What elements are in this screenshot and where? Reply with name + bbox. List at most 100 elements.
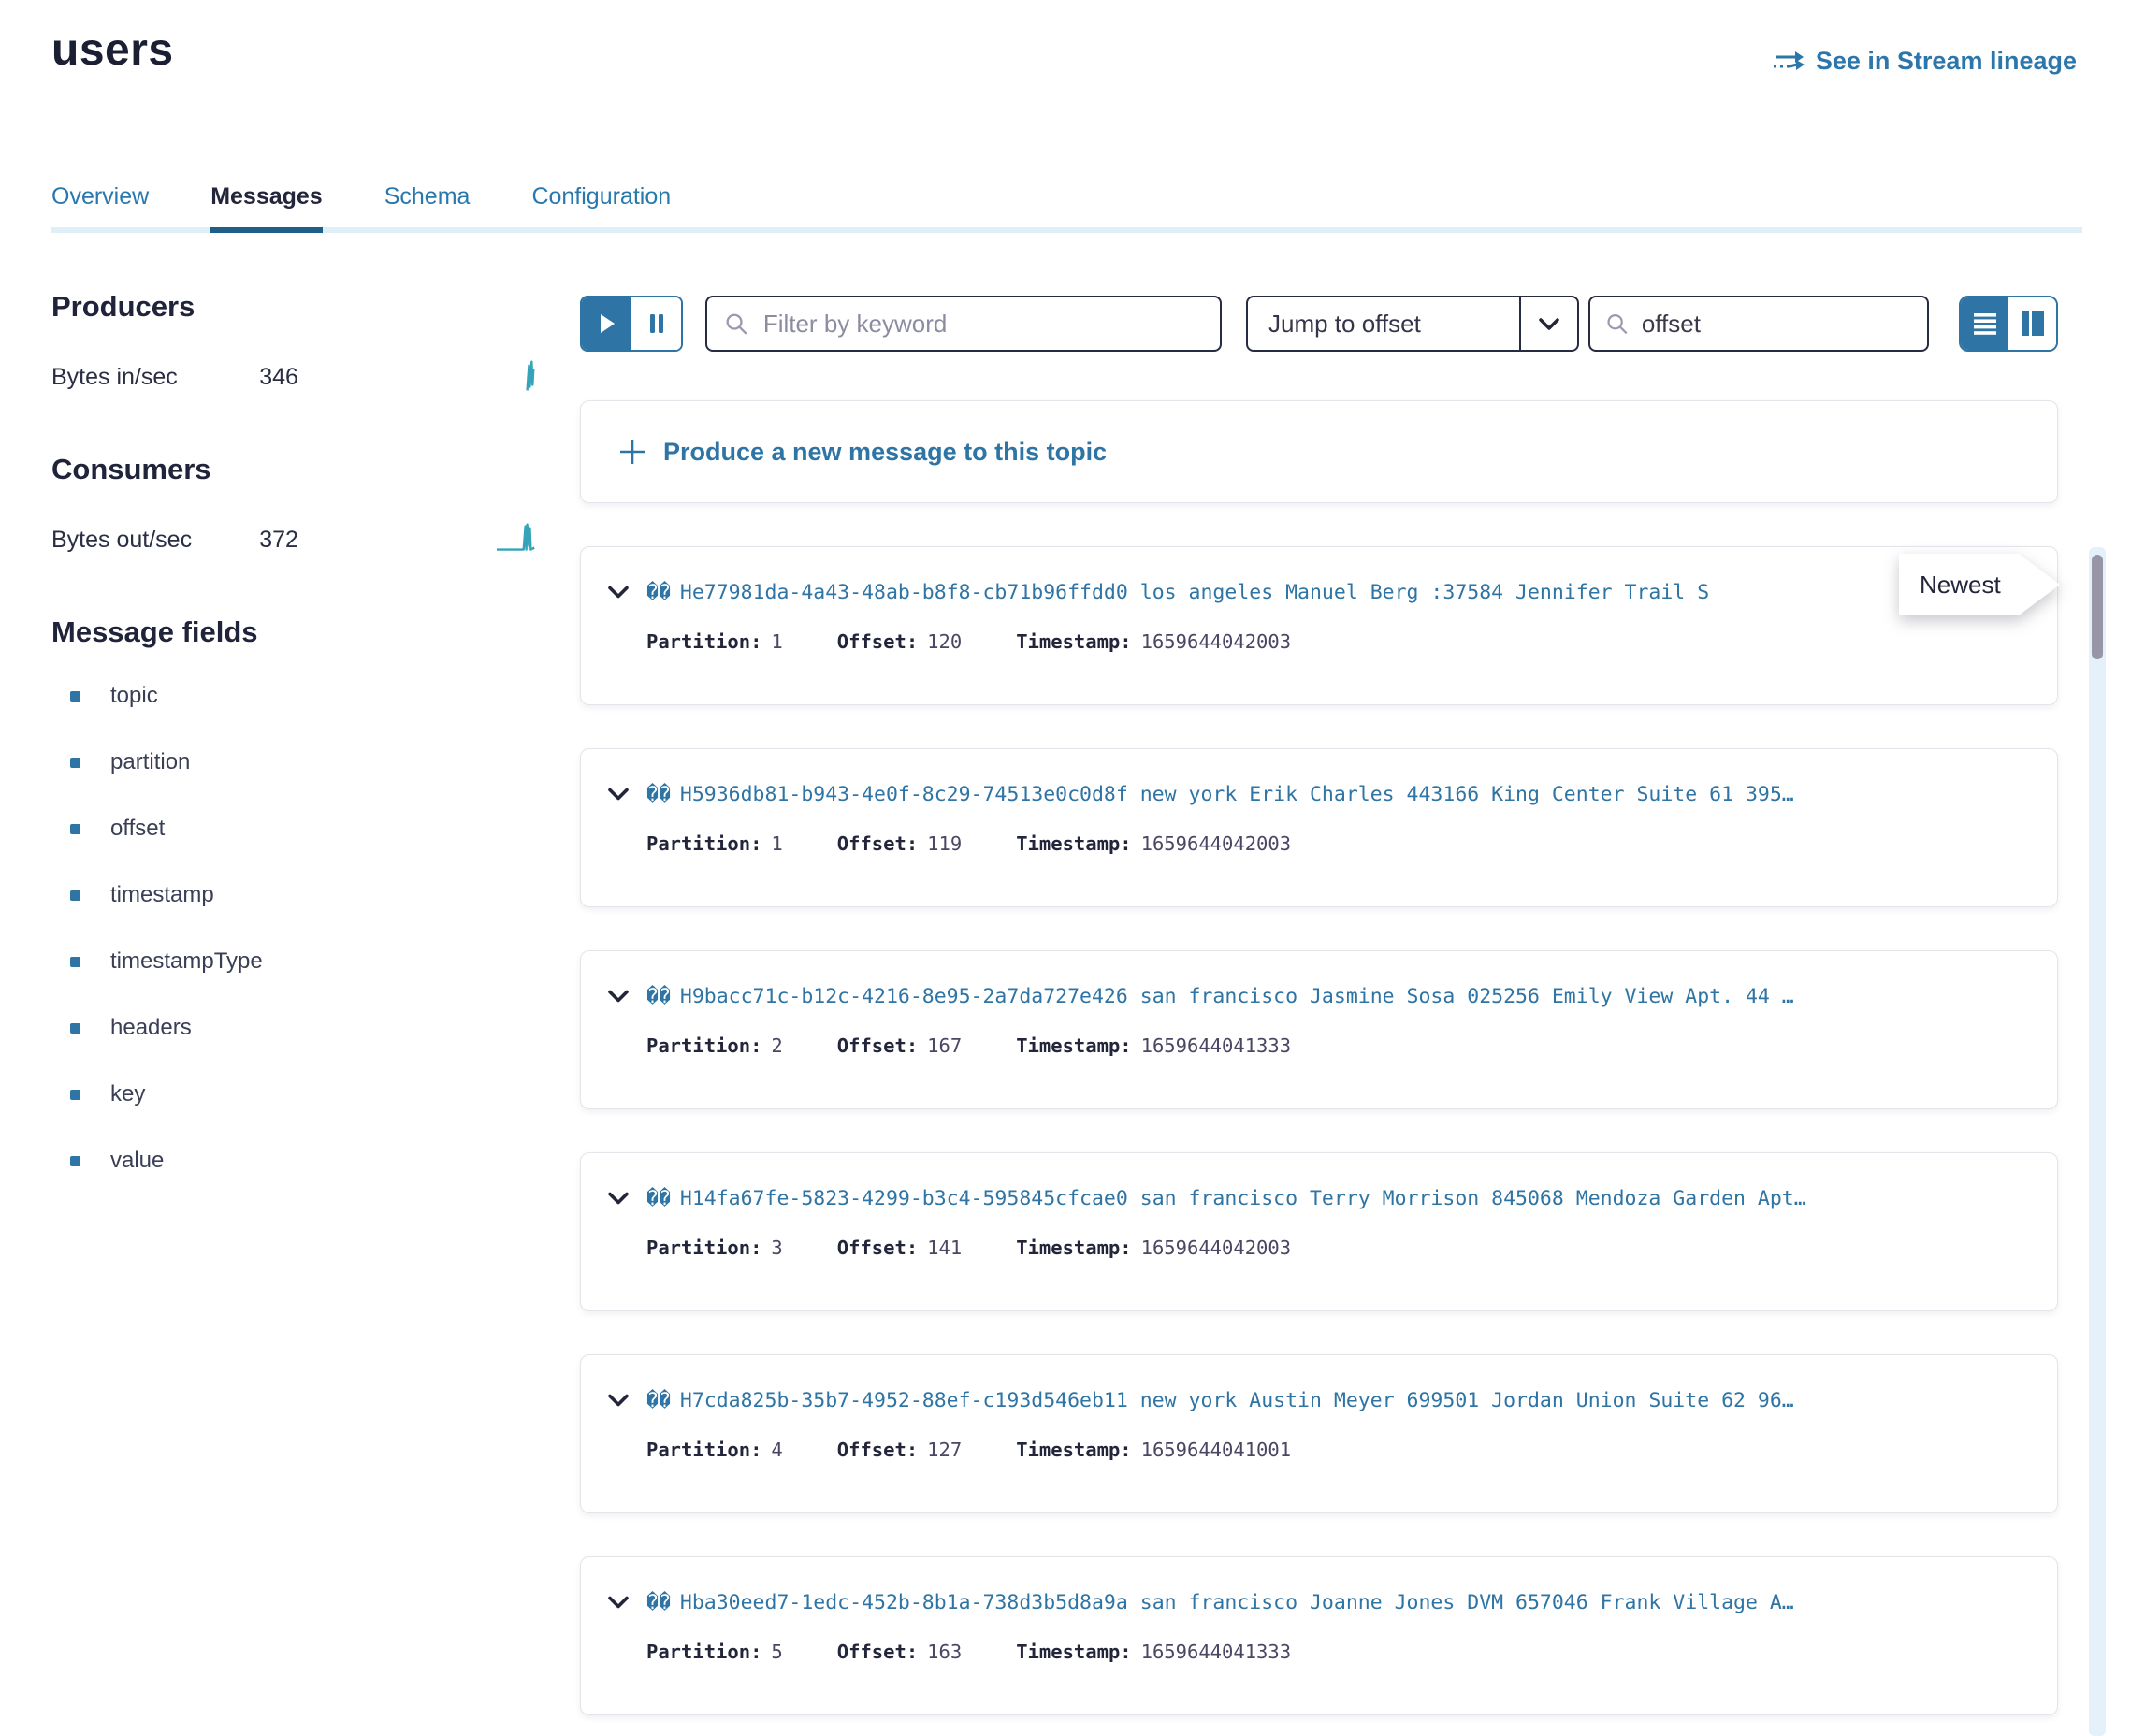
pause-icon (649, 313, 664, 334)
newest-tooltip-flag: Newest (1899, 554, 2060, 615)
field-item-topic[interactable]: topic (51, 683, 538, 709)
message-key-text: H14fa67fe-5823-4299-b3c4-595845cfcae0 sa… (680, 1187, 1806, 1210)
message-card[interactable]: �� H5936db81-b943-4e0f-8c29-74513e0c0d8f … (580, 748, 2058, 907)
message-key-text: H5936db81-b943-4e0f-8c29-74513e0c0d8f ne… (680, 783, 1794, 806)
tab-schema[interactable]: Schema (384, 183, 471, 233)
tab-overview[interactable]: Overview (51, 183, 149, 233)
partition-field: Partition:2 (646, 1034, 783, 1057)
search-icon (1605, 311, 1629, 337)
message-card[interactable]: ��H7cda825b-35b7-4952-88ef-c193d546eb11 … (580, 1354, 2058, 1513)
chevron-down-icon[interactable] (607, 788, 630, 802)
stream-lineage-link[interactable]: See in Stream lineage (1773, 47, 2077, 76)
column-view-icon (2021, 311, 2045, 336)
square-bullet-icon (70, 824, 80, 834)
bytes-out-metric: Bytes out/sec 372 (51, 520, 538, 554)
message-card[interactable]: ��H14fa67fe-5823-4299-b3c4-595845cfcae0 … (580, 1152, 2058, 1311)
offset-search-field[interactable] (1588, 296, 1929, 352)
sidebar: Producers Bytes in/sec 346 Consumers Byt… (51, 290, 538, 1214)
key-bytes-icon: �� (646, 985, 671, 1008)
message-card[interactable]: �� H9bacc71c-b12c-4216-8e95-2a7da727e426 … (580, 950, 2058, 1109)
tab-bar: Overview Messages Schema Configuration (51, 183, 2082, 233)
field-label: value (110, 1148, 164, 1174)
message-key-text: H7cda825b-35b7-4952-88ef-c193d546eb11 ne… (680, 1389, 1794, 1412)
field-item-key[interactable]: key (51, 1081, 538, 1107)
field-item-headers[interactable]: headers (51, 1015, 538, 1041)
partition-field: Partition:1 (646, 832, 783, 855)
jump-to-offset-select[interactable]: Jump to offset (1246, 296, 1579, 352)
field-label: topic (110, 683, 158, 709)
offset-field: Offset:163 (837, 1641, 962, 1663)
field-label: headers (110, 1015, 192, 1041)
pause-button[interactable] (631, 297, 681, 350)
consumers-heading: Consumers (51, 453, 538, 486)
keyword-filter-field[interactable] (705, 296, 1222, 352)
field-item-offset[interactable]: offset (51, 816, 538, 842)
square-bullet-icon (70, 1156, 80, 1166)
select-caret-section[interactable] (1519, 297, 1577, 350)
key-bytes-icon: �� (646, 1591, 671, 1614)
message-key-text: H9bacc71c-b12c-4216-8e95-2a7da727e426 sa… (680, 985, 1794, 1008)
field-label: partition (110, 749, 190, 775)
messages-panel: Jump to offset (580, 281, 2058, 1715)
timestamp-field: Timestamp:1659644041001 (1016, 1439, 1291, 1461)
timestamp-field: Timestamp:1659644041333 (1016, 1034, 1291, 1057)
offset-field: Offset:167 (837, 1034, 962, 1057)
field-item-value[interactable]: value (51, 1148, 538, 1174)
view-toggle-group (1959, 296, 2058, 352)
key-bytes-icon: �� (646, 581, 671, 604)
list-view-icon (1973, 312, 1997, 335)
message-fields-list: topic partition offset timestamp timesta… (51, 683, 538, 1174)
message-key-text: Hba30eed7-1edc-452b-8b1a-738d3b5d8a9a sa… (680, 1591, 1794, 1614)
column-view-button[interactable] (2008, 297, 2056, 350)
message-card[interactable]: ��He77981da-4a43-48ab-b8f8-cb71b96ffdd0 … (580, 546, 2058, 705)
offset-search-input[interactable] (1640, 309, 1912, 340)
offset-field: Offset:141 (837, 1237, 962, 1259)
tab-messages[interactable]: Messages (210, 183, 323, 233)
play-button[interactable] (582, 297, 631, 350)
field-label: offset (110, 816, 165, 842)
lineage-arrows-icon (1773, 49, 1805, 75)
timestamp-field: Timestamp:1659644042003 (1016, 832, 1291, 855)
chevron-down-icon (1538, 317, 1560, 331)
tab-configuration[interactable]: Configuration (531, 183, 671, 233)
bytes-in-value: 346 (259, 364, 349, 391)
search-icon (724, 311, 748, 337)
offset-field: Offset:119 (837, 832, 962, 855)
partition-field: Partition:5 (646, 1641, 783, 1663)
newest-tooltip: Newest (1899, 554, 2060, 615)
message-fields-heading: Message fields (51, 615, 538, 649)
list-view-button[interactable] (1961, 297, 2008, 350)
field-label: timestampType (110, 948, 263, 975)
chevron-down-icon[interactable] (607, 990, 630, 1004)
square-bullet-icon (70, 890, 80, 901)
square-bullet-icon (70, 758, 80, 768)
bytes-in-metric: Bytes in/sec 346 (51, 357, 538, 391)
bytes-out-sparkline (497, 520, 538, 559)
play-icon (599, 313, 616, 334)
offset-field: Offset:127 (837, 1439, 962, 1461)
field-item-timestamp[interactable]: timestamp (51, 882, 538, 908)
jump-select-value: Jump to offset (1248, 297, 1519, 350)
chevron-down-icon[interactable] (607, 586, 630, 600)
field-item-partition[interactable]: partition (51, 749, 538, 775)
bytes-in-sparkline (497, 357, 538, 397)
chevron-down-icon[interactable] (607, 1596, 630, 1610)
chevron-down-icon[interactable] (607, 1394, 630, 1408)
square-bullet-icon (70, 957, 80, 967)
partition-field: Partition:3 (646, 1237, 783, 1259)
scrollbar-track[interactable] (2089, 547, 2106, 1736)
key-bytes-icon: �� (646, 783, 671, 806)
scrollbar-thumb[interactable] (2092, 555, 2103, 659)
partition-field: Partition:1 (646, 630, 783, 653)
play-pause-group (580, 296, 683, 352)
lineage-link-label: See in Stream lineage (1816, 47, 2077, 76)
produce-message-button[interactable]: Produce a new message to this topic (580, 400, 2058, 503)
produce-button-label: Produce a new message to this topic (663, 438, 1107, 467)
field-item-timestampType[interactable]: timestampType (51, 948, 538, 975)
message-card[interactable]: �� Hba30eed7-1edc-452b-8b1a-738d3b5d8a9a … (580, 1556, 2058, 1715)
chevron-down-icon[interactable] (607, 1192, 630, 1206)
plus-icon (618, 438, 646, 466)
bytes-out-label: Bytes out/sec (51, 527, 259, 554)
field-label: timestamp (110, 882, 214, 908)
keyword-filter-input[interactable] (761, 309, 1203, 340)
